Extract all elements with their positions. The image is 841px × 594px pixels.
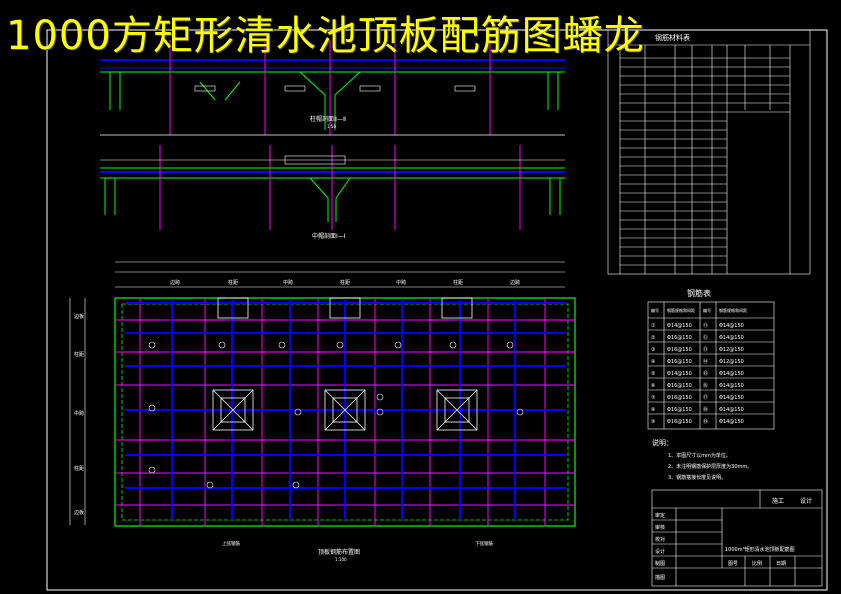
left-label: 柱距 — [74, 465, 84, 472]
section-1-drawing — [100, 145, 565, 230]
drawing-title: 1000方矩形清水池顶板配筋图蟠龙 — [6, 14, 645, 58]
top-label: 柱距 — [340, 279, 350, 286]
top-label: 中跨 — [396, 279, 406, 286]
plan-title: 顶板钢筋布置图 — [318, 548, 360, 556]
tb-scale-label: 比例 — [752, 560, 762, 567]
left-label: 中跨 — [74, 410, 84, 417]
notes-heading: 说明： — [652, 438, 673, 447]
rebar-table-cell: Φ16@150 — [667, 395, 692, 401]
rebar-table-cell: ⑥ — [651, 383, 656, 389]
rebar-table-cell: Φ16@150 — [667, 419, 692, 425]
rebar-table-cell: ⑭ — [703, 358, 708, 365]
section-1-title: 中帽剖面Ⅰ—Ⅰ — [312, 232, 346, 240]
rebar-table-cell: Φ14@150 — [719, 395, 744, 401]
section-2-scale: 1:50 — [327, 124, 336, 129]
plan-top-labels: 边跨 柱距 中跨 柱距 中跨 柱距 边跨 — [170, 279, 520, 286]
rebar-table-cell: Φ14@150 — [719, 383, 744, 389]
tb-row: 审核 — [655, 524, 665, 531]
rebar-table-cell: Φ16@150 — [667, 383, 692, 389]
cad-drawing: 柱帽剖面Ⅱ—Ⅱ 1:50 中帽剖面Ⅰ—Ⅰ 顶板钢筋布置图 1:100 上弦钢筋 … — [46, 29, 828, 591]
rebar-table-cell: Φ16@150 — [667, 335, 692, 341]
tb-drawing-name: 1000m³矩形清水池顶板配筋图 — [725, 546, 795, 553]
rebar-table-cell: ⑤ — [651, 371, 655, 377]
rebar-table-cell: ① — [651, 323, 656, 329]
plan-scale: 1:100 — [335, 557, 347, 562]
note-item: 2、未注明钢筋保护层厚度为30mm。 — [668, 463, 752, 470]
rebar-table-cell: Φ14@150 — [667, 371, 692, 377]
rebar-table-header: 编号 — [703, 307, 711, 313]
rebar-table-title: 钢筋表 — [687, 288, 711, 298]
note-item: 1、本图尺寸以mm为单位。 — [668, 452, 731, 459]
rebar-table-cell: Φ16@150 — [667, 407, 692, 413]
tb-row: 设计 — [655, 548, 665, 555]
tb-date-label: 日期 — [776, 561, 786, 567]
rebar-table-cell: Φ16@150 — [667, 359, 692, 365]
rebar-table-cell: ⑲ — [703, 418, 708, 425]
top-label: 柱距 — [453, 279, 463, 286]
top-label: 边跨 — [510, 279, 520, 286]
rebar-table-cell: ⑬ — [703, 346, 708, 353]
rebar-table-cell: ⑦ — [651, 395, 656, 401]
rebar-table-cell: ⑫ — [703, 334, 708, 341]
note-item: 3、钢筋搭接长度见说明。 — [668, 474, 726, 481]
rebar-table-cell: Φ14@150 — [719, 371, 744, 377]
tb-type: 设计 — [800, 497, 812, 505]
rebar-table-cell: ⑮ — [703, 370, 708, 377]
tb-row: 制图 — [655, 560, 665, 567]
tb-row: 校对 — [655, 536, 665, 543]
top-label: 边跨 — [170, 279, 180, 286]
rebar-table-cell: Φ14@150 — [719, 323, 744, 329]
rebar-table-header: 编号 — [651, 307, 659, 313]
left-label: 边板 — [74, 509, 84, 516]
rebar-table-cell: Φ14@150 — [667, 323, 692, 329]
plan-left-labels: 边板 柱距 中跨 柱距 边板 — [74, 313, 84, 516]
rebar-table-cell: ⑧ — [651, 407, 656, 413]
left-label: 柱距 — [74, 351, 84, 358]
rebar-table-cell: ③ — [651, 347, 655, 353]
rebar-table-cell: ⑰ — [703, 394, 708, 401]
plan-left-note: 上弦钢筋 — [222, 540, 240, 547]
rebar-table-cell: Φ14@150 — [719, 335, 744, 341]
top-label: 中跨 — [283, 279, 293, 286]
rebar-table-cell: Φ14@150 — [719, 407, 744, 413]
rebar-table-cell: ⑨ — [651, 419, 655, 425]
tb-row: 描图 — [655, 574, 665, 581]
rebar-table-cell: Φ12@150 — [719, 347, 744, 353]
rebar-table-cell: ⑱ — [703, 406, 708, 413]
title-block — [651, 489, 823, 587]
rebar-table-header: 钢筋规格和间距 — [667, 307, 695, 313]
left-label: 边板 — [74, 313, 84, 320]
rebar-table-cell: ④ — [651, 359, 656, 365]
plan-right-note: 下弦钢筋 — [475, 540, 493, 547]
tb-phase: 施工 — [772, 497, 784, 505]
rebar-schedule — [607, 29, 811, 275]
plan-view — [69, 261, 576, 527]
tb-row: 审定 — [655, 512, 665, 519]
rebar-table-cell: Φ16@150 — [667, 347, 692, 353]
top-label: 柱距 — [228, 279, 238, 286]
rebar-table-cell: ⑯ — [703, 382, 708, 389]
rebar-table-cell: Φ12@150 — [719, 359, 744, 365]
rebar-table-cell: ⑪ — [703, 322, 708, 329]
rebar-table-cell: Φ14@150 — [719, 419, 744, 425]
rebar-table-cell: ② — [651, 335, 656, 341]
section-2-title: 柱帽剖面Ⅱ—Ⅱ — [310, 115, 346, 123]
tb-sheet-label: 图号 — [728, 561, 738, 567]
rebar-table-header: 钢筋规格和间距 — [719, 307, 747, 313]
